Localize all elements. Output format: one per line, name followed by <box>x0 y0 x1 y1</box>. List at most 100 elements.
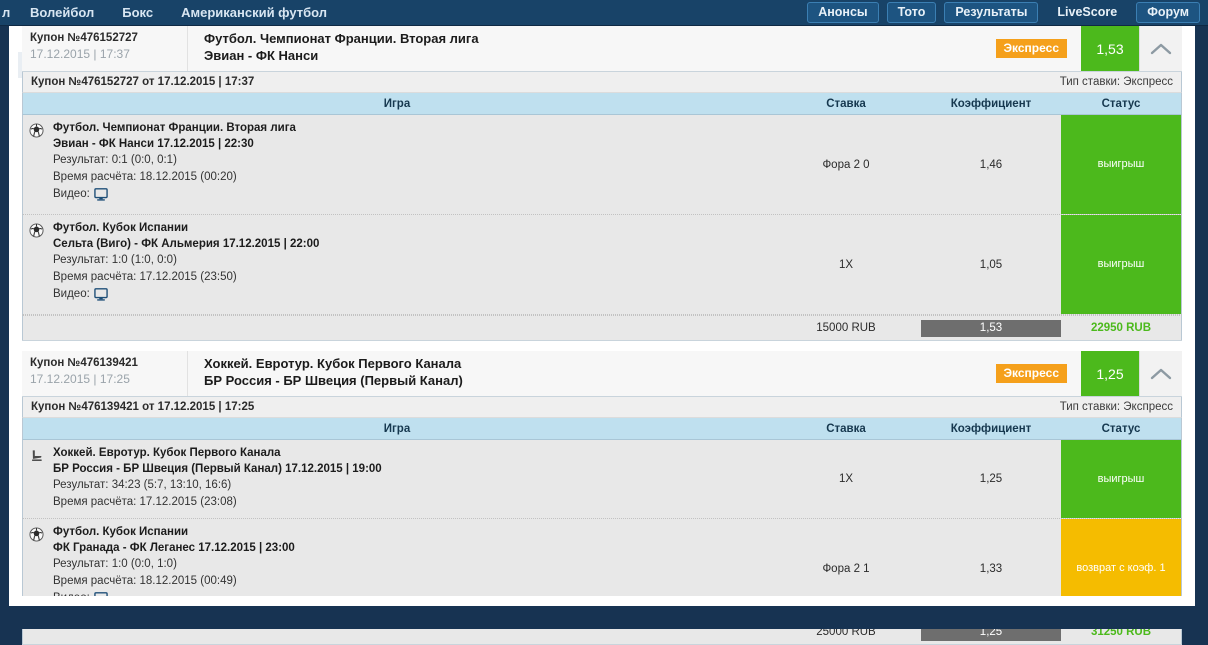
row-calc-time: Время расчёта: 18.12.2015 (00:20) <box>53 171 237 183</box>
nav-left-group: л Волейбол Бокс Американский футбол <box>0 0 341 25</box>
total-payout: 22950 RUB <box>1090 322 1152 334</box>
table-row: Хоккей. Евротур. Кубок Первого Канала БР… <box>22 440 1182 519</box>
coupon-date: 17.12.2015 | 17:25 <box>30 372 130 386</box>
nav-announcements[interactable]: Анонсы <box>807 2 879 23</box>
coupon-date: 17.12.2015 | 17:37 <box>30 47 130 61</box>
status-badge: выигрыш <box>1061 440 1181 518</box>
row-coefficient: 1,05 <box>979 258 1003 271</box>
status-badge: выигрыш <box>1061 215 1181 314</box>
collapse-toggle[interactable] <box>1139 26 1182 71</box>
coupon-competition: Футбол. Чемпионат Франции. Вторая лига <box>204 31 479 46</box>
detail-coupon-header: Купон №476152727 от 17.12.2015 | 17:37 <box>31 76 255 88</box>
row-match: ФК Гранада - ФК Леганес 17.12.2015 | 23:… <box>53 542 295 554</box>
row-match: Сельта (Виго) - ФК Альмерия 17.12.2015 |… <box>53 238 320 250</box>
nav-toto[interactable]: Тото <box>886 2 937 23</box>
th-bet: Ставка <box>826 97 866 110</box>
bottom-frame <box>0 606 1208 629</box>
row-bet: 1X <box>838 258 854 271</box>
total-coefficient: 1,53 <box>921 319 1061 337</box>
row-bet: 1X <box>838 473 854 485</box>
chevron-up-icon <box>1150 368 1172 379</box>
row-coefficient: 1,46 <box>979 158 1003 171</box>
row-game-cell: Футбол. Кубок Испании Сельта (Виго) - ФК… <box>23 215 771 314</box>
coupon-header[interactable]: Купон №476152727 17.12.2015 | 17:37 Футб… <box>22 26 1182 72</box>
coupon-total-coefficient: 1,53 <box>1081 26 1139 71</box>
nav-volleyball[interactable]: Волейбол <box>16 0 108 26</box>
coupon-match: БР Россия - БР Швеция (Первый Канал) <box>204 373 463 388</box>
th-coefficient: Коэффициент <box>950 422 1032 435</box>
detail-summary-bar: Купон №476152727 от 17.12.2015 | 17:37 Т… <box>22 72 1182 93</box>
row-bet: Фора 2 0 <box>822 158 870 171</box>
express-badge: Экспресс <box>995 39 1067 58</box>
football-icon <box>29 121 47 207</box>
row-result: Результат: 1:0 (1:0, 0:0) <box>53 254 177 266</box>
nav-boxing[interactable]: Бокс <box>108 0 167 26</box>
coupon-identity: Купон №476152727 17.12.2015 | 17:37 <box>22 26 187 71</box>
row-result: Результат: 34:23 (5:7, 13:10, 16:6) <box>53 479 232 491</box>
page-bottom-padding <box>9 596 1195 606</box>
row-coefficient: 1,25 <box>979 473 1003 485</box>
coupon-title: Футбол. Чемпионат Франции. Вторая лига Э… <box>187 26 996 71</box>
coupon-header[interactable]: Купон №476139421 17.12.2015 | 17:25 Хокк… <box>22 351 1182 397</box>
detail-bet-type: Тип ставки: Экспресс <box>1059 401 1173 413</box>
coupon-identity: Купон №476139421 17.12.2015 | 17:25 <box>22 351 187 396</box>
coupon-competition: Хоккей. Евротур. Кубок Первого Канала <box>204 356 462 371</box>
row-competition: Хоккей. Евротур. Кубок Первого Канала <box>53 447 281 459</box>
coupon-match: Эвиан - ФК Нанси <box>204 48 319 63</box>
nav-results[interactable]: Результаты <box>944 2 1039 23</box>
th-status: Статус <box>1101 422 1141 435</box>
nav-clipped[interactable]: л <box>2 0 16 26</box>
nav-livescore[interactable]: LiveScore <box>1046 2 1128 23</box>
table-row: Футбол. Чемпионат Франции. Вторая лига Э… <box>22 115 1182 215</box>
th-game: Игра <box>383 97 411 110</box>
row-game-cell: Хоккей. Евротур. Кубок Первого Канала БР… <box>23 440 771 518</box>
nav-forum[interactable]: Форум <box>1136 2 1200 23</box>
football-icon <box>29 221 47 307</box>
monitor-icon[interactable] <box>94 188 108 207</box>
row-video-line: Видео: <box>53 286 319 307</box>
table-row: Футбол. Кубок Испании Сельта (Виго) - ФК… <box>22 215 1182 315</box>
row-competition: Футбол. Чемпионат Франции. Вторая лига <box>53 122 296 134</box>
express-badge: Экспресс <box>995 364 1067 383</box>
th-status: Статус <box>1101 97 1141 110</box>
row-result: Результат: 0:1 (0:0, 0:1) <box>53 154 177 166</box>
row-match: БР Россия - БР Швеция (Первый Канал) 17.… <box>53 463 382 475</box>
row-game-cell: Футбол. Чемпионат Франции. Вторая лига Э… <box>23 115 771 214</box>
status-badge: выигрыш <box>1061 115 1181 214</box>
coupon-title: Хоккей. Евротур. Кубок Первого Канала БР… <box>187 351 996 396</box>
row-game-text: Футбол. Кубок Испании Сельта (Виго) - ФК… <box>53 221 319 307</box>
coupon-tag-wrap: Экспресс <box>995 26 1082 71</box>
row-calc-time: Время расчёта: 17.12.2015 (23:50) <box>53 271 237 283</box>
row-competition: Футбол. Кубок Испании <box>53 222 189 234</box>
detail-table-header: Игра Ставка Коэффициент Статус <box>22 93 1182 115</box>
detail-coupon-header: Купон №476139421 от 17.12.2015 | 17:25 <box>31 401 255 413</box>
collapse-toggle[interactable] <box>1139 351 1182 396</box>
coupon-total-coefficient: 1,25 <box>1081 351 1139 396</box>
coupon-totals: 15000 RUB 1,53 22950 RUB <box>22 315 1182 340</box>
row-video-line: Видео: <box>53 186 296 207</box>
left-frame-rail <box>0 26 9 606</box>
th-coefficient: Коэффициент <box>950 97 1032 110</box>
hockey-icon <box>29 446 47 511</box>
row-calc-time: Время расчёта: 18.12.2015 (00:49) <box>53 575 237 587</box>
app-root: л Волейбол Бокс Американский футбол Анон… <box>0 0 1208 645</box>
th-bet: Ставка <box>826 422 866 435</box>
coupon-tag-wrap: Экспресс <box>995 351 1082 396</box>
top-navigation-bar: л Волейбол Бокс Американский футбол Анон… <box>0 0 1208 26</box>
coupon-separator <box>22 341 1182 351</box>
monitor-icon[interactable] <box>94 288 108 307</box>
row-competition: Футбол. Кубок Испании <box>53 526 189 538</box>
row-calc-time: Время расчёта: 17.12.2015 (23:08) <box>53 496 237 508</box>
chevron-up-icon <box>1150 43 1172 54</box>
detail-table-header: Игра Ставка Коэффициент Статус <box>22 418 1182 440</box>
coupon-list: Купон №476152727 17.12.2015 | 17:37 Футб… <box>22 26 1182 645</box>
row-match: Эвиан - ФК Нанси 17.12.2015 | 22:30 <box>53 138 254 150</box>
row-result: Результат: 1:0 (0:0, 1:0) <box>53 558 177 570</box>
page-surface: Купон №476152727 17.12.2015 | 17:37 Футб… <box>9 26 1195 645</box>
row-game-text: Хоккей. Евротур. Кубок Первого Канала БР… <box>53 446 382 511</box>
th-game: Игра <box>383 422 411 435</box>
coupon-number: Купон №476152727 <box>30 32 138 44</box>
nav-american-football[interactable]: Американский футбол <box>167 0 341 26</box>
row-video-label: Видео: <box>53 188 90 200</box>
right-frame-rail <box>1195 26 1208 606</box>
